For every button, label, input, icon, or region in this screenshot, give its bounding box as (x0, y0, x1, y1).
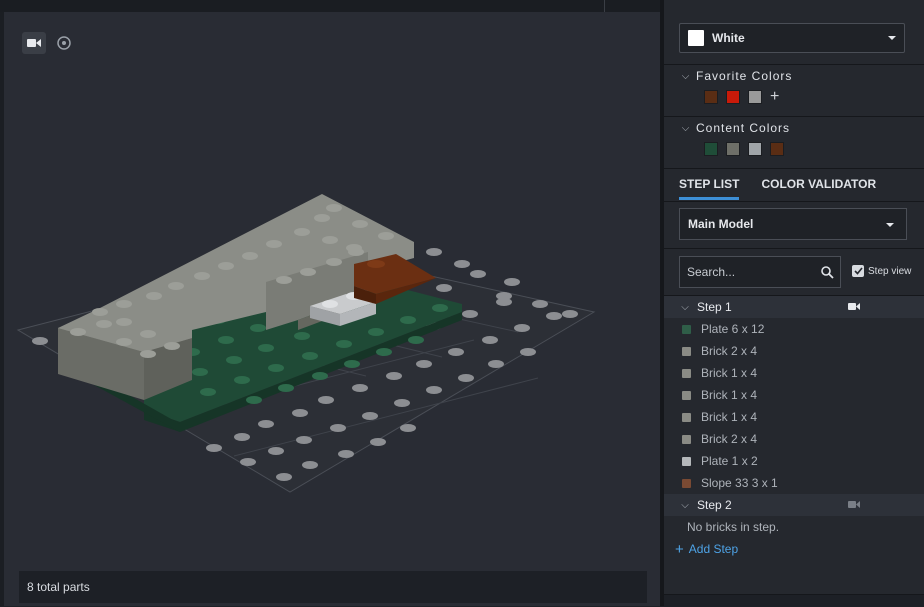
lego-model-render[interactable] (4, 12, 660, 606)
divider (664, 248, 924, 249)
list-item[interactable]: Brick 1 x 4 (664, 384, 924, 406)
step-view-label: Step view (868, 265, 912, 277)
list-item[interactable]: Brick 1 x 4 (664, 362, 924, 384)
step-title: Step 2 (697, 498, 732, 512)
part-icon (682, 434, 691, 444)
camera-view-button[interactable] (22, 32, 46, 54)
toolbar-divider (604, 0, 605, 12)
search-input[interactable]: Search... (679, 256, 841, 288)
part-icon (682, 390, 691, 400)
content-color-swatch[interactable] (770, 142, 784, 156)
chevron-down-icon[interactable]: ⌵ (676, 500, 694, 511)
model-select-dropdown[interactable]: Main Model (679, 208, 907, 240)
current-color-label: White (712, 31, 745, 45)
part-name: Brick 2 x 4 (701, 432, 758, 446)
total-parts-count: 8 total parts (27, 580, 90, 594)
chevron-down-icon[interactable]: ⌵ (676, 123, 696, 134)
current-color-swatch (688, 30, 704, 46)
color-picker-dropdown[interactable]: White (679, 23, 905, 53)
part-icon (682, 412, 691, 422)
favorite-colors-title: Favorite Colors (696, 69, 793, 83)
chevron-down-icon[interactable]: ⌵ (676, 302, 694, 313)
part-name: Slope 33 3 x 1 (701, 476, 778, 490)
list-item[interactable]: Plate 1 x 2 (664, 450, 924, 472)
part-name: Brick 1 x 4 (701, 366, 758, 380)
video-camera-icon[interactable] (848, 500, 860, 509)
step-header[interactable]: ⌵ Step 1 (664, 296, 924, 318)
content-color-swatch[interactable] (726, 142, 740, 156)
add-favorite-color-icon[interactable]: + (770, 89, 779, 105)
rotate-icon (57, 36, 71, 50)
right-panel: White ⌵ Favorite Colors + ⌵ Content Colo… (664, 0, 924, 607)
content-colors-section: ⌵ Content Colors (664, 116, 924, 169)
video-camera-icon[interactable] (848, 302, 860, 311)
rotate-view-button[interactable] (52, 32, 76, 54)
search-placeholder: Search... (687, 265, 736, 279)
favorite-colors-section: ⌵ Favorite Colors + (664, 64, 924, 117)
empty-step-message: No bricks in step. (687, 520, 780, 534)
part-icon (682, 346, 691, 356)
checkbox-checked-icon[interactable] (852, 265, 864, 277)
model-select-value: Main Model (688, 217, 754, 231)
tab-color-validator[interactable]: COLOR VALIDATOR (761, 170, 876, 195)
step-title: Step 1 (697, 300, 732, 314)
list-item[interactable]: Brick 2 x 4 (664, 340, 924, 362)
list-item[interactable]: Plate 6 x 12 (664, 318, 924, 340)
divider (664, 201, 924, 202)
favorite-color-swatch[interactable] (748, 90, 762, 104)
add-step-label: Add Step (688, 542, 739, 556)
step-header[interactable]: ⌵ Step 2 (664, 494, 924, 516)
favorite-color-swatch[interactable] (726, 90, 740, 104)
favorite-color-swatch[interactable] (704, 90, 718, 104)
part-name: Brick 1 x 4 (701, 410, 758, 424)
caret-down-icon (888, 36, 896, 40)
list-item[interactable]: Slope 33 3 x 1 (664, 472, 924, 494)
part-name: Brick 1 x 4 (701, 388, 758, 402)
add-step-button[interactable]: + Add Step (664, 538, 924, 560)
content-color-swatch[interactable] (748, 142, 762, 156)
current-color-section: White (664, 0, 924, 65)
part-name: Plate 1 x 2 (701, 454, 758, 468)
part-name: Plate 6 x 12 (701, 322, 765, 336)
step-view-toggle[interactable]: Step view (852, 265, 911, 277)
step-list: ⌵ Step 1 Plate 6 x 12 Brick 2 x 4 Brick … (664, 296, 924, 566)
part-name: Brick 2 x 4 (701, 344, 758, 358)
content-colors-title: Content Colors (696, 121, 791, 135)
panel-bottom-bar (664, 594, 924, 607)
content-color-swatch[interactable] (704, 142, 718, 156)
tab-step-list[interactable]: STEP LIST (679, 170, 740, 200)
part-icon (682, 456, 691, 466)
part-icon (682, 368, 691, 378)
list-item[interactable]: Brick 2 x 4 (664, 428, 924, 450)
video-camera-icon (27, 39, 41, 47)
list-item[interactable]: Brick 1 x 4 (664, 406, 924, 428)
panel-tabs: STEP LIST COLOR VALIDATOR (664, 170, 924, 202)
caret-down-icon (886, 223, 894, 227)
3d-viewport[interactable]: 8 total parts (4, 12, 660, 606)
plus-icon: + (675, 540, 684, 558)
search-icon[interactable] (821, 266, 834, 279)
part-icon (682, 478, 691, 488)
status-bar: 8 total parts (19, 571, 647, 603)
part-icon (682, 324, 691, 334)
chevron-down-icon[interactable]: ⌵ (676, 71, 696, 82)
